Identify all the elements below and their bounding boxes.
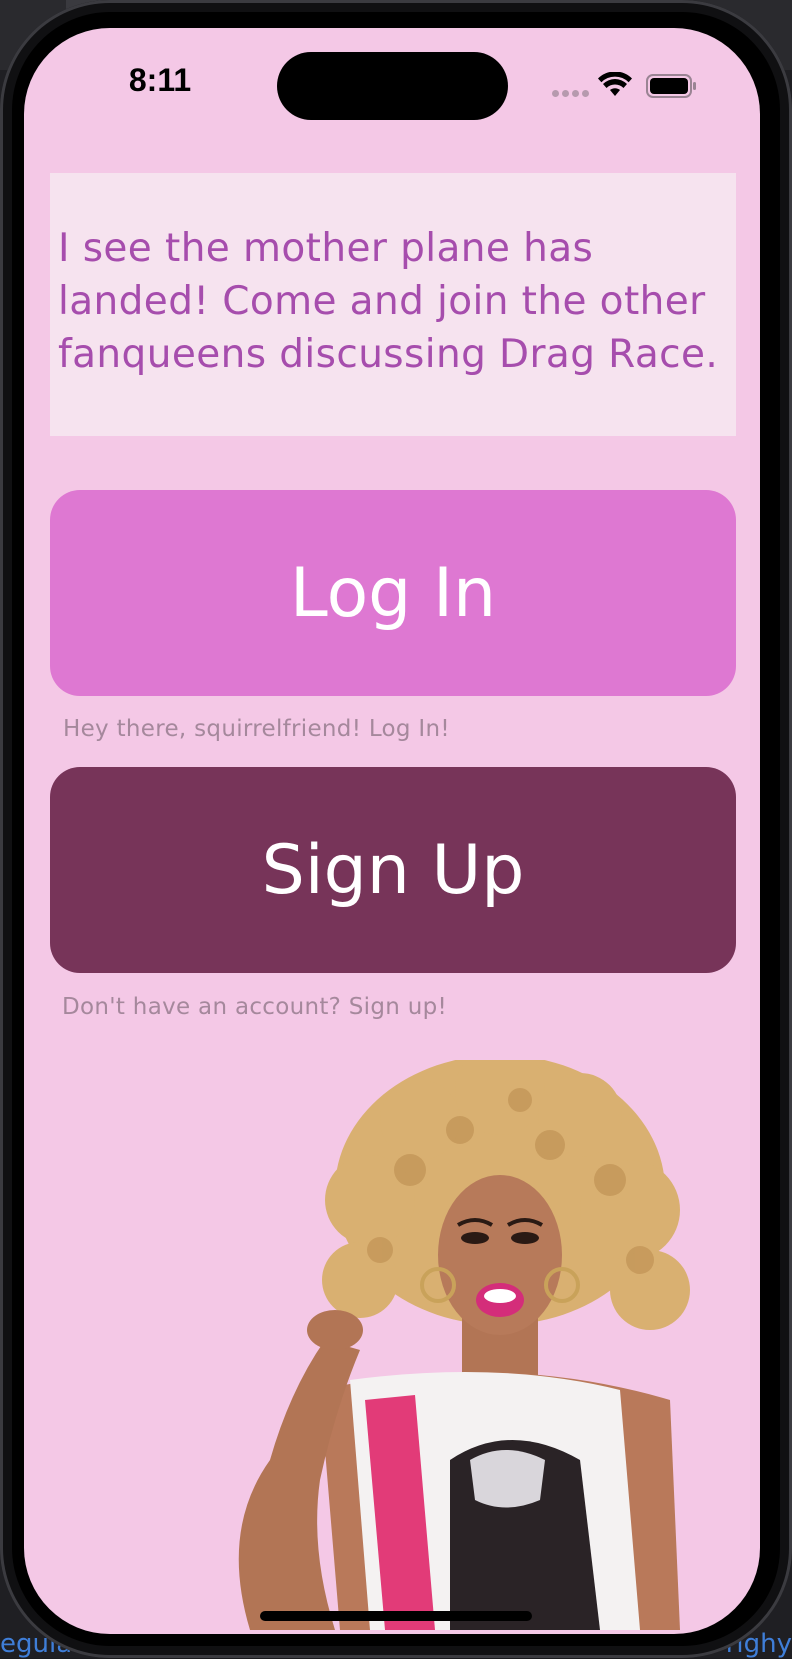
dynamic-island [277, 52, 508, 120]
signup-button[interactable]: Sign Up [50, 767, 736, 973]
login-button[interactable]: Log In [50, 490, 736, 696]
wifi-icon [598, 72, 632, 96]
status-time: 8:11 [128, 62, 192, 98]
home-indicator[interactable] [260, 1611, 532, 1621]
drag-queen-portrait-image [238, 1060, 690, 1630]
status-indicators [550, 70, 700, 102]
welcome-message: I see the mother plane has landed! Come … [58, 226, 719, 377]
login-hint: Hey there, squirrelfriend! Log In! [63, 716, 450, 742]
signup-hint: Don't have an account? Sign up! [62, 994, 448, 1020]
cellular-signal-icon [552, 90, 592, 98]
battery-icon [646, 74, 696, 98]
